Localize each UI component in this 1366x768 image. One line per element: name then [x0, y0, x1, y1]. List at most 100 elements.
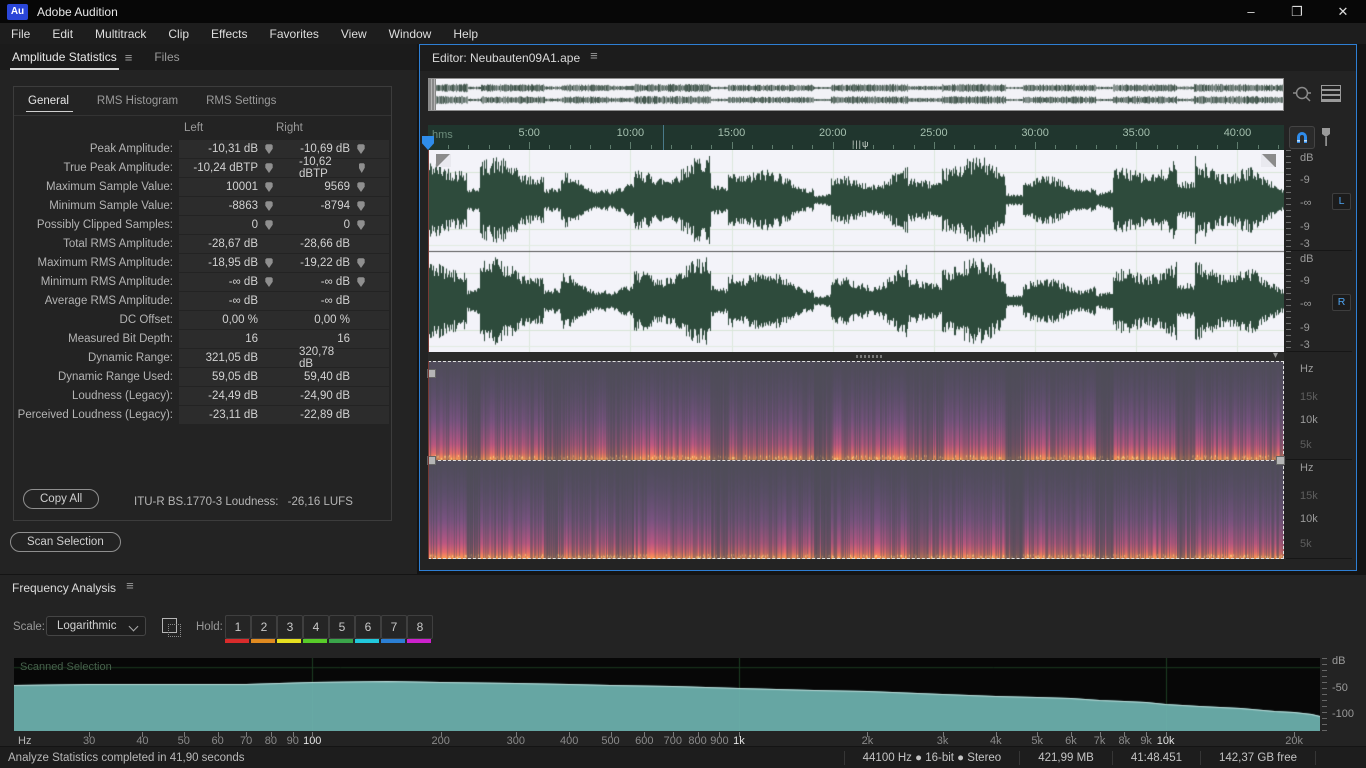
- marker-pin-icon[interactable]: [1319, 127, 1333, 147]
- cell-left[interactable]: -8863: [181, 197, 273, 215]
- panel-menu-icon[interactable]: ≡: [125, 50, 143, 70]
- pin-icon[interactable]: [265, 182, 273, 192]
- cell-right[interactable]: 0: [299, 216, 365, 234]
- cell-right[interactable]: 9569: [299, 178, 365, 196]
- hold-button-3[interactable]: 3: [277, 615, 303, 639]
- waveform-display[interactable]: [428, 150, 1284, 352]
- playhead-marker[interactable]: [422, 136, 434, 150]
- editor-panel-menu-icon[interactable]: ≡: [590, 48, 608, 68]
- menu-item-clip[interactable]: Clip: [157, 23, 200, 44]
- cell-right[interactable]: -10,62 dBTP: [299, 159, 365, 177]
- cell-right[interactable]: -8794: [299, 197, 365, 215]
- menu-item-file[interactable]: File: [0, 23, 41, 44]
- menu-item-effects[interactable]: Effects: [200, 23, 258, 44]
- spectrogram-display[interactable]: [428, 361, 1284, 559]
- cell-left[interactable]: -23,11 dB: [181, 406, 273, 424]
- cell-left[interactable]: 0,00 %: [181, 311, 273, 329]
- cell-left[interactable]: -10,31 dB: [181, 140, 273, 158]
- overview-scroll-grip[interactable]: [429, 79, 436, 110]
- copy-graph-icon[interactable]: [162, 618, 177, 633]
- cell-right[interactable]: 320,78 dB: [299, 349, 365, 367]
- cell-right[interactable]: 0,00 %: [299, 311, 365, 329]
- editor-layout-icon[interactable]: [1321, 85, 1341, 102]
- cell-left[interactable]: 16: [181, 330, 273, 348]
- channel-badge-l[interactable]: L: [1332, 193, 1351, 210]
- close-button[interactable]: ✕: [1320, 0, 1366, 23]
- freq-tick-mark: [867, 732, 868, 737]
- menu-item-window[interactable]: Window: [378, 23, 443, 44]
- tab-amplitude-statistics[interactable]: Amplitude Statistics: [0, 50, 125, 70]
- cell-right[interactable]: 59,40 dB: [299, 368, 365, 386]
- pin-icon[interactable]: [359, 163, 366, 173]
- pin-icon[interactable]: [265, 258, 273, 268]
- cell-right[interactable]: -∞ dB: [299, 292, 365, 310]
- menu-item-multitrack[interactable]: Multitrack: [84, 23, 157, 44]
- hold-button-7[interactable]: 7: [381, 615, 407, 639]
- pin-icon[interactable]: [357, 182, 365, 192]
- pin-icon[interactable]: [265, 220, 273, 230]
- selection-corner-handle-left[interactable]: [436, 154, 451, 167]
- snap-toggle-button[interactable]: [1289, 126, 1315, 149]
- minimize-button[interactable]: –: [1228, 0, 1274, 23]
- menu-item-edit[interactable]: Edit: [41, 23, 84, 44]
- tab-rms-histogram[interactable]: RMS Histogram: [83, 87, 192, 115]
- channel-badge-r[interactable]: R: [1332, 294, 1351, 311]
- copy-all-button[interactable]: Copy All: [23, 489, 99, 509]
- cell-left[interactable]: -∞ dB: [181, 292, 273, 310]
- tab-rms-settings[interactable]: RMS Settings: [192, 87, 290, 115]
- hold-button-1[interactable]: 1: [225, 615, 251, 639]
- freq-scale-section: Hz15k10k5k: [1286, 460, 1352, 559]
- pin-icon[interactable]: [357, 277, 365, 287]
- divider-grip-icon[interactable]: [856, 355, 882, 358]
- overview-strip[interactable]: [428, 78, 1284, 111]
- selection-handle[interactable]: [1276, 456, 1285, 465]
- scan-selection-button[interactable]: Scan Selection: [10, 532, 121, 552]
- timeline-ruler[interactable]: hms |||ψ 5:0010:0015:0020:0025:0030:0035…: [428, 125, 1284, 150]
- pin-icon[interactable]: [265, 201, 273, 211]
- wave-spectral-divider[interactable]: ▾: [428, 352, 1284, 361]
- hold-button-4[interactable]: 4: [303, 615, 329, 639]
- menu-item-favorites[interactable]: Favorites: [259, 23, 330, 44]
- cell-left[interactable]: 59,05 dB: [181, 368, 273, 386]
- marker-line[interactable]: [663, 125, 664, 150]
- cell-right[interactable]: -19,22 dB: [299, 254, 365, 272]
- cell-right[interactable]: -∞ dB: [299, 273, 365, 291]
- cell-left[interactable]: -∞ dB: [181, 273, 273, 291]
- scale-dropdown[interactable]: Logarithmic: [46, 616, 146, 636]
- hold-button-5[interactable]: 5: [329, 615, 355, 639]
- hold-button-8[interactable]: 8: [407, 615, 433, 639]
- cell-right-value: -∞ dB: [321, 295, 350, 307]
- cell-left[interactable]: -24,49 dB: [181, 387, 273, 405]
- marker-cluster-icon[interactable]: |||ψ: [852, 139, 869, 149]
- cell-right[interactable]: -24,90 dB: [299, 387, 365, 405]
- cell-left[interactable]: 10001: [181, 178, 273, 196]
- tab-files[interactable]: Files: [142, 50, 187, 70]
- cell-right[interactable]: -28,66 dB: [299, 235, 365, 253]
- pin-icon[interactable]: [265, 163, 273, 173]
- divider-dropdown-icon[interactable]: ▾: [1273, 350, 1278, 361]
- tab-general[interactable]: General: [14, 87, 83, 115]
- cell-left[interactable]: 0: [181, 216, 273, 234]
- frequency-panel-menu-icon[interactable]: ≡: [126, 578, 144, 598]
- hold-button-2[interactable]: 2: [251, 615, 277, 639]
- menu-item-help[interactable]: Help: [442, 23, 489, 44]
- pin-icon[interactable]: [357, 144, 365, 154]
- pin-icon[interactable]: [357, 258, 365, 268]
- frequency-plot[interactable]: Scanned Selection: [14, 658, 1320, 731]
- menu-item-view[interactable]: View: [330, 23, 378, 44]
- scale-label: 10k: [1300, 414, 1318, 426]
- maximize-button[interactable]: ❐: [1274, 0, 1320, 23]
- pin-icon[interactable]: [357, 201, 365, 211]
- cell-right[interactable]: -22,89 dB: [299, 406, 365, 424]
- hold-button-6[interactable]: 6: [355, 615, 381, 639]
- cell-left[interactable]: -10,24 dBTP: [181, 159, 273, 177]
- pin-icon[interactable]: [357, 220, 365, 230]
- cell-left[interactable]: -28,67 dB: [181, 235, 273, 253]
- selection-corner-handle-right[interactable]: [1261, 154, 1276, 167]
- pin-icon[interactable]: [265, 144, 273, 154]
- cell-left[interactable]: 321,05 dB: [181, 349, 273, 367]
- cell-left[interactable]: -18,95 dB: [181, 254, 273, 272]
- zoom-navigate-icon[interactable]: [1292, 83, 1314, 105]
- editor-tab-title[interactable]: Editor: Neubauten09A1.ape: [432, 51, 580, 65]
- pin-icon[interactable]: [265, 277, 273, 287]
